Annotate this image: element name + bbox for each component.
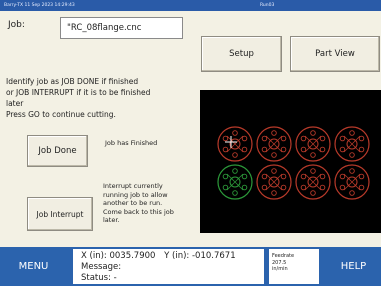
flange-part-outline bbox=[217, 126, 253, 162]
interrupt-description-line: Interrupt currently bbox=[103, 182, 163, 190]
title-bar: Barry-TX 11 Sep 2023 14:29:43 Run03 bbox=[0, 0, 381, 11]
instruction-line: Press GO to continue cutting. bbox=[6, 110, 116, 119]
instructions-text: Identify job as JOB DONE if finished or … bbox=[6, 76, 194, 120]
job-interrupt-button[interactable]: Job Interrupt bbox=[27, 197, 93, 231]
job-file-field: "RC_08flange.cnc bbox=[60, 17, 183, 39]
interrupt-description-line: another to be run. bbox=[103, 199, 163, 208]
part-preview bbox=[200, 90, 381, 233]
instruction-line: Identify job as JOB DONE if finished bbox=[6, 77, 139, 86]
setup-button[interactable]: Setup bbox=[201, 36, 282, 72]
interrupt-description-line: Come back to this job bbox=[103, 207, 174, 216]
flange-part-outline bbox=[295, 126, 331, 162]
title-bar-left-text: Barry-TX 11 Sep 2023 14:29:43 bbox=[4, 3, 75, 8]
flange-part-outline bbox=[334, 164, 370, 200]
interrupt-description: Interrupt currently running job to allow… bbox=[103, 182, 189, 225]
message-label: Message: bbox=[81, 262, 122, 272]
help-button[interactable]: HELP bbox=[326, 247, 381, 286]
main-panel: Job: "RC_08flange.cnc Setup Part View Id… bbox=[0, 11, 381, 247]
feedrate-unit: in/min bbox=[272, 266, 288, 272]
instruction-line: or JOB INTERRUPT if it is to be finished bbox=[6, 88, 151, 97]
job-finished-text: Job has Finished bbox=[105, 139, 158, 147]
x-readout: X (in): 0035.7900 bbox=[81, 251, 156, 261]
menu-button[interactable]: MENU bbox=[0, 247, 67, 286]
feedrate-panel: Feedrate 207.5 in/min bbox=[269, 249, 319, 284]
interrupt-description-line: later. bbox=[103, 216, 120, 225]
job-done-button[interactable]: Job Done bbox=[27, 135, 88, 167]
cutter-position-crosshair bbox=[225, 136, 237, 148]
flange-part-outline bbox=[295, 164, 331, 200]
flange-part-outline bbox=[334, 126, 370, 162]
instruction-line: later bbox=[6, 99, 24, 108]
job-label: Job: bbox=[8, 20, 25, 30]
flange-part-outline bbox=[256, 126, 292, 162]
flange-part-outline bbox=[256, 164, 292, 200]
status-label: Status: - bbox=[81, 273, 117, 283]
title-bar-right-text: Run03 bbox=[260, 3, 275, 8]
bottom-bar: MENU X (in): 0035.7900 Y (in): -010.7671… bbox=[0, 247, 381, 286]
part-view-button[interactable]: Part View bbox=[290, 36, 380, 72]
flange-part-outline bbox=[217, 164, 253, 200]
interrupt-description-line: running job to allow bbox=[103, 190, 168, 199]
status-panel: X (in): 0035.7900 Y (in): -010.7671 Mess… bbox=[73, 249, 264, 284]
part-preview-canvas bbox=[217, 126, 370, 200]
y-readout: Y (in): -010.7671 bbox=[164, 251, 236, 261]
